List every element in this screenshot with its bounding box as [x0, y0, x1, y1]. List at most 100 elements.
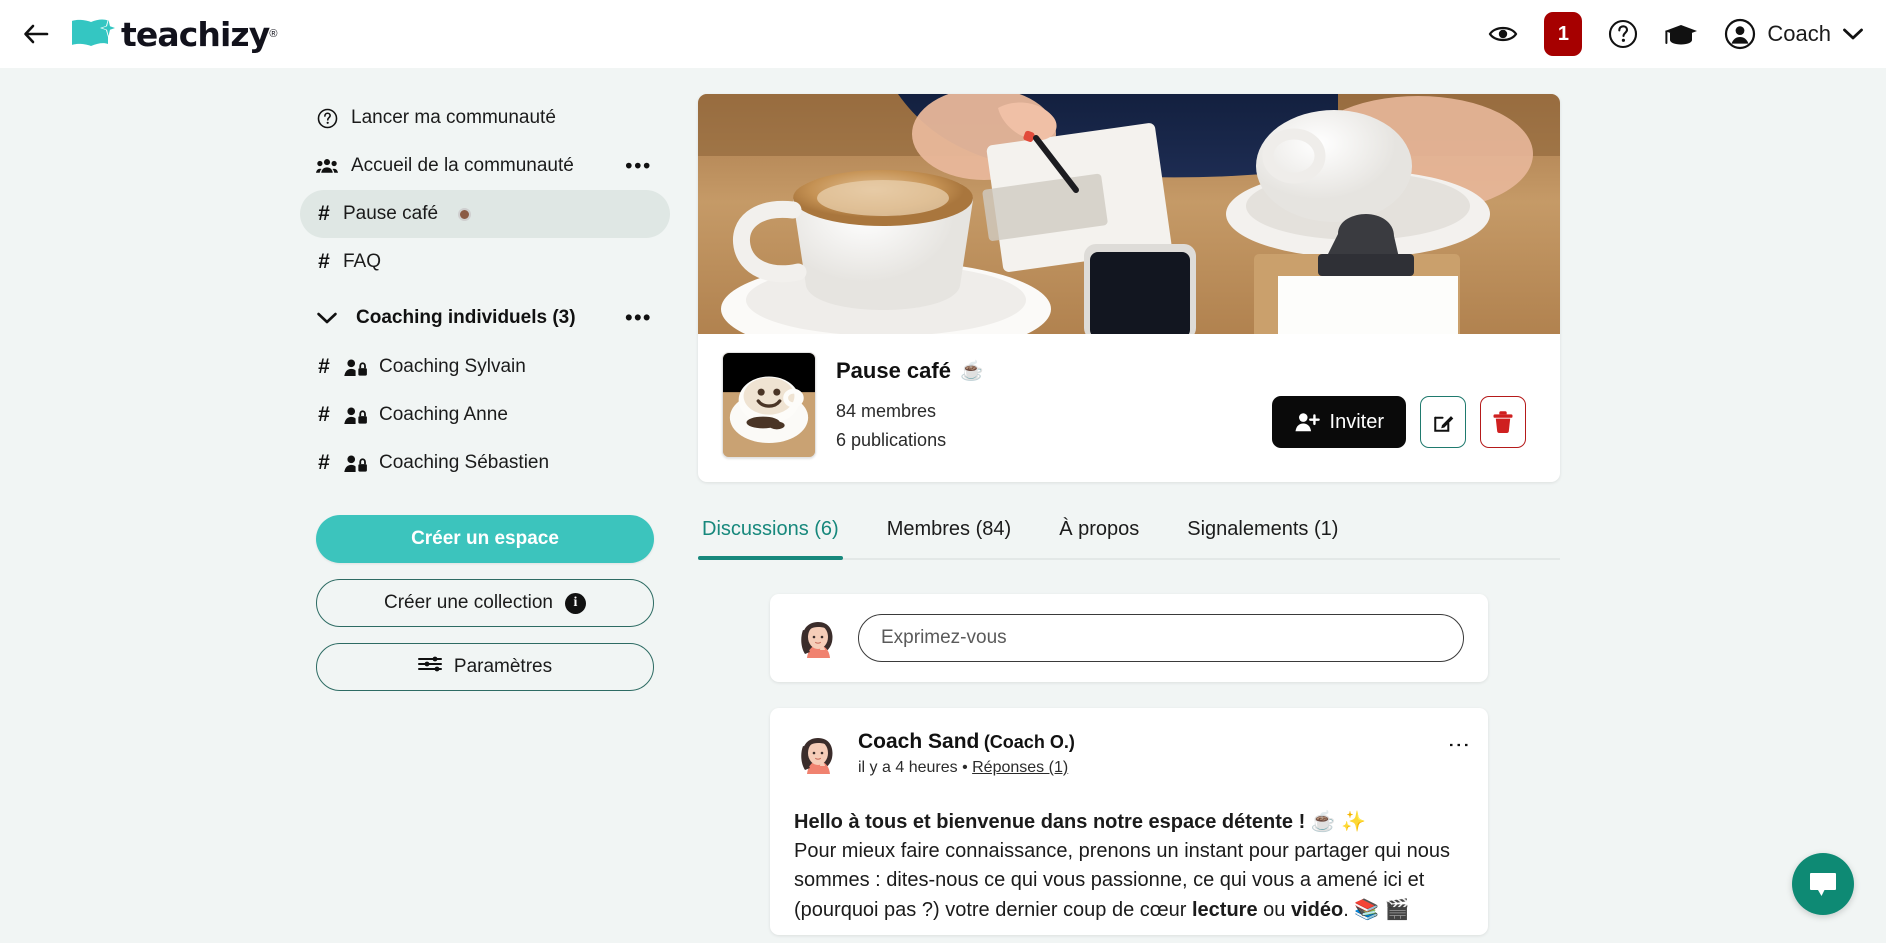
space-header-card: Pause café ☕ 84 membres 6 publications I…	[698, 94, 1560, 482]
sidebar-group-label: Coaching individuels (3)	[356, 307, 576, 328]
post-body: Hello à tous et bienvenue dans notre esp…	[794, 808, 1464, 925]
discussion-feed: Coach Sand (Coach O.) il y a 4 heures • …	[770, 594, 1488, 935]
post-item: Coach Sand (Coach O.) il y a 4 heures • …	[770, 708, 1488, 935]
post-replies-link[interactable]: Réponses (1)	[972, 759, 1068, 776]
member-count: 84 membres	[836, 401, 937, 421]
back-button[interactable]	[14, 12, 58, 56]
teachizy-logo[interactable]: teachizy ®	[70, 15, 277, 54]
user-avatar-image	[794, 614, 842, 662]
coffee-cup-banner-image	[698, 94, 1560, 334]
user-plus-icon	[1295, 413, 1320, 432]
post-author-name: Coach Sand	[858, 730, 980, 753]
user-circle-icon	[1725, 18, 1756, 50]
sidebar-group-coaching-individuels[interactable]: Coaching individuels (3) •••	[300, 293, 670, 343]
space-actions: Inviter	[1271, 352, 1536, 448]
account-menu[interactable]: Coach	[1724, 18, 1864, 50]
chat-widget-button[interactable]	[1792, 853, 1854, 915]
space-meta: Pause café ☕ 84 membres 6 publications	[836, 352, 1272, 451]
sidebar-group-menu-button[interactable]: •••	[625, 308, 652, 329]
post-composer-input[interactable]	[858, 614, 1464, 662]
create-collection-button[interactable]: Créer une collection i	[316, 579, 654, 627]
space-info-row: Pause café ☕ 84 membres 6 publications I…	[698, 334, 1560, 482]
tab-discussions[interactable]: Discussions (6)	[698, 512, 843, 560]
sidebar-item-coaching-anne[interactable]: # Coaching Anne	[300, 391, 670, 439]
private-user-icon	[343, 406, 368, 425]
space-title-emoji: ☕	[959, 361, 984, 382]
notifications-badge[interactable]: 1	[1544, 12, 1583, 56]
eye-icon	[1489, 26, 1518, 42]
space-avatar[interactable]	[722, 352, 816, 458]
delete-space-button[interactable]	[1480, 396, 1526, 448]
invite-button[interactable]: Inviter	[1271, 396, 1406, 448]
sidebar-item-label: Pause café	[343, 203, 439, 224]
page-body: Lancer ma communauté Accueil de la commu…	[0, 68, 1886, 943]
space-title-row: Pause café ☕	[836, 358, 1272, 384]
main-content: Pause café ☕ 84 membres 6 publications I…	[670, 68, 1886, 943]
academy-button[interactable]	[1664, 21, 1698, 47]
create-collection-label: Créer une collection	[384, 592, 553, 613]
sidebar-item-label: Lancer ma communauté	[351, 107, 556, 128]
help-button[interactable]	[1608, 19, 1638, 49]
sidebar-item-label: Accueil de la communauté	[351, 155, 574, 176]
sidebar-item-pause-cafe[interactable]: # Pause café	[300, 190, 670, 238]
create-space-button[interactable]: Créer un espace	[316, 515, 654, 563]
hash-icon: #	[318, 202, 330, 225]
question-circle-icon	[1609, 19, 1638, 49]
hash-icon: #	[318, 403, 330, 426]
post-body-text-3: . 📚 🎬	[1343, 898, 1410, 921]
post-author-line: Coach Sand (Coach O.)	[858, 730, 1075, 754]
sidebar-item-menu-button[interactable]: •••	[625, 156, 652, 177]
chat-bubble-icon	[1810, 873, 1836, 896]
trash-icon	[1493, 411, 1513, 433]
chevron-down-icon	[317, 312, 337, 324]
pencil-square-icon	[1433, 415, 1453, 432]
edit-space-button[interactable]	[1420, 396, 1466, 448]
post-menu-button[interactable]: ⋮	[1447, 734, 1472, 756]
info-icon[interactable]: i	[564, 592, 586, 614]
settings-button[interactable]: Paramètres	[316, 643, 654, 691]
avatar[interactable]	[794, 730, 842, 778]
post-body-bold-video: vidéo	[1290, 898, 1344, 921]
space-tabs: Discussions (6) Membres (84) À propos Si…	[698, 512, 1560, 560]
hash-icon: #	[318, 355, 330, 378]
account-name: Coach	[1767, 21, 1831, 46]
sidebar-item-label: Coaching Anne	[379, 404, 508, 425]
smiley-coffee-avatar-image	[723, 353, 815, 457]
post-header: Coach Sand (Coach O.) il y a 4 heures • …	[794, 730, 1464, 778]
sidebar-item-faq[interactable]: # FAQ	[300, 238, 670, 286]
post-body-heading: Hello à tous et bienvenue dans notre esp…	[794, 811, 1306, 833]
channel-status-dot	[458, 207, 472, 221]
graduation-cap-icon	[1665, 25, 1698, 45]
post-author-role: (Coach O.)	[983, 732, 1075, 752]
logo-wordmark: teachizy	[121, 14, 270, 54]
tab-a-propos[interactable]: À propos	[1055, 512, 1143, 558]
sidebar-item-coaching-sebastien[interactable]: # Coaching Sébastien	[300, 439, 670, 487]
tab-signalements[interactable]: Signalements (1)	[1183, 512, 1342, 558]
avatar	[794, 614, 842, 662]
post-body-heading-emoji: ☕ ✨	[1310, 811, 1367, 833]
hash-icon: #	[318, 451, 330, 474]
community-sidebar: Lancer ma communauté Accueil de la commu…	[300, 68, 670, 943]
space-banner	[698, 94, 1560, 334]
sidebar-item-label: FAQ	[343, 251, 382, 272]
post-body-bold-lecture: lecture	[1191, 898, 1258, 921]
notifications-count: 1	[1557, 22, 1569, 45]
sidebar-item-label: Coaching Sylvain	[379, 356, 526, 377]
private-user-icon	[343, 358, 368, 377]
sidebar-item-coaching-sylvain[interactable]: # Coaching Sylvain	[300, 343, 670, 391]
chevron-down-icon	[1843, 28, 1863, 40]
tab-membres[interactable]: Membres (84)	[883, 512, 1015, 558]
logo-registered-mark: ®	[269, 28, 278, 40]
post-author-block: Coach Sand (Coach O.) il y a 4 heures • …	[858, 730, 1075, 777]
space-column: Pause café ☕ 84 membres 6 publications I…	[698, 94, 1560, 935]
invite-label: Inviter	[1329, 410, 1384, 433]
sidebar-item-accueil-de-la-communaute[interactable]: Accueil de la communauté •••	[300, 142, 670, 190]
post-timestamp: il y a 4 heures	[858, 759, 958, 776]
page-title: Pause café	[836, 358, 951, 383]
preview-button[interactable]	[1488, 23, 1518, 45]
post-composer	[770, 594, 1488, 682]
hash-icon: #	[318, 250, 330, 273]
settings-label: Paramètres	[453, 656, 553, 677]
sidebar-item-lancer-ma-communaute[interactable]: Lancer ma communauté	[300, 94, 670, 142]
post-body-text-2: ou	[1257, 898, 1291, 921]
